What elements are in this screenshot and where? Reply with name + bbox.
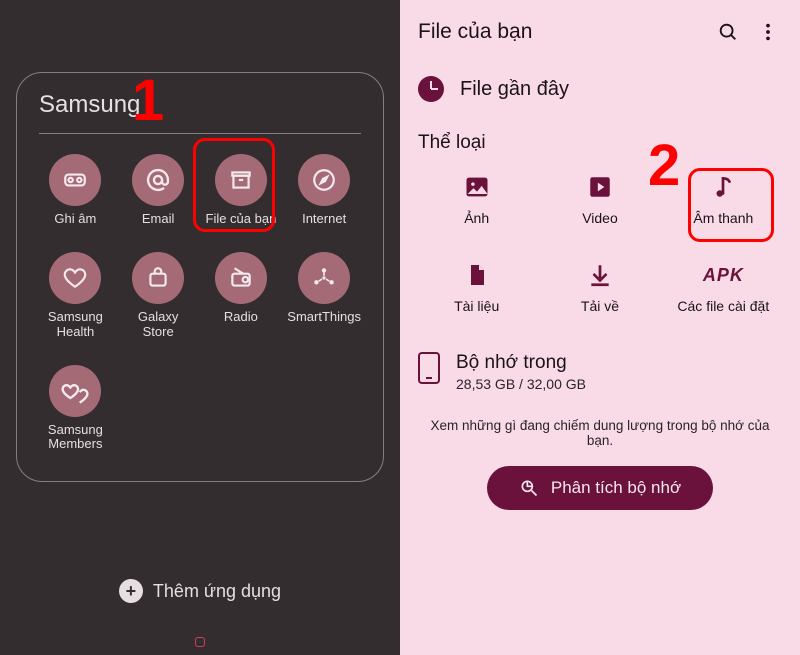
app-label: Radio: [224, 310, 258, 324]
compass-icon: [298, 154, 350, 206]
file-manager-panel: File của bạn File gần đây Thể loại Ảnh V…: [400, 0, 800, 655]
apk-text-icon: APK: [708, 260, 738, 290]
cat-label: Các file cài đặt: [677, 298, 769, 314]
cat-label: Tài liệu: [454, 298, 499, 314]
cat-anh[interactable]: Ảnh: [418, 168, 535, 230]
app-samsung-members[interactable]: Samsung Members: [39, 365, 112, 452]
app-label: Internet: [302, 212, 346, 226]
folder-title: Samsung: [39, 91, 361, 119]
image-icon: [462, 172, 492, 202]
app-ghi-am[interactable]: Ghi âm: [39, 154, 112, 226]
archive-icon: [215, 154, 267, 206]
search-button[interactable]: [714, 18, 742, 46]
search-icon: [717, 21, 739, 43]
app-galaxy-store[interactable]: Galaxy Store: [122, 252, 195, 339]
page-title: File của bạn: [418, 20, 702, 44]
recorder-icon: [49, 154, 101, 206]
phone-icon: [418, 352, 440, 384]
network-icon: [298, 252, 350, 304]
music-icon: [708, 172, 738, 202]
app-samsung-health[interactable]: Samsung Health: [39, 252, 112, 339]
app-label: Email: [142, 212, 175, 226]
more-button[interactable]: [754, 18, 782, 46]
storage-note: Xem những gì đang chiếm dung lượng trong…: [418, 418, 782, 448]
app-label: Galaxy Store: [122, 310, 195, 339]
cat-label: Tải về: [581, 298, 619, 314]
analyze-label: Phân tích bộ nhớ: [551, 478, 681, 498]
storage-text: Bộ nhớ trong 28,53 GB / 32,00 GB: [456, 352, 586, 392]
double-heart-icon: [49, 365, 101, 417]
cat-tai-ve[interactable]: Tải về: [541, 256, 658, 318]
app-drawer-panel: Samsung Ghi âm Email File của bạn: [0, 0, 400, 655]
app-smartthings[interactable]: SmartThings: [287, 252, 361, 339]
document-icon: [462, 260, 492, 290]
nav-indicator: [195, 637, 205, 647]
app-label: File của bạn: [206, 212, 277, 226]
cat-tai-lieu[interactable]: Tài liệu: [418, 256, 535, 318]
samsung-folder: Samsung Ghi âm Email File của bạn: [16, 72, 384, 482]
cat-label: Ảnh: [464, 210, 489, 226]
cat-am-thanh[interactable]: Âm thanh: [665, 168, 782, 230]
play-icon: [585, 172, 615, 202]
app-internet[interactable]: Internet: [287, 154, 361, 226]
categories-grid: Ảnh Video Âm thanh Tài liệu Tải về: [418, 168, 782, 318]
cat-label: Video: [582, 210, 618, 226]
header: File của bạn: [418, 12, 782, 52]
heart-icon: [49, 252, 101, 304]
storage-subtitle: 28,53 GB / 32,00 GB: [456, 376, 586, 392]
bag-icon: [132, 252, 184, 304]
analyze-storage-button[interactable]: Phân tích bộ nhớ: [487, 466, 713, 510]
add-apps-button[interactable]: + Thêm ứng dụng: [119, 579, 281, 603]
app-email[interactable]: Email: [122, 154, 195, 226]
internal-storage-row[interactable]: Bộ nhớ trong 28,53 GB / 32,00 GB: [418, 352, 782, 392]
add-apps-label: Thêm ứng dụng: [153, 581, 281, 602]
app-label: Ghi âm: [54, 212, 96, 226]
categories-title: Thể loại: [418, 132, 782, 154]
app-radio[interactable]: Radio: [205, 252, 278, 339]
cat-video[interactable]: Video: [541, 168, 658, 230]
app-file-cua-ban[interactable]: File của bạn: [205, 154, 278, 226]
recent-label: File gần đây: [460, 78, 569, 101]
cat-apk[interactable]: APK Các file cài đặt: [665, 256, 782, 318]
plus-icon: +: [119, 579, 143, 603]
divider: [39, 133, 361, 134]
radio-icon: [215, 252, 267, 304]
storage-title: Bộ nhớ trong: [456, 352, 586, 374]
analyze-icon: [519, 478, 539, 498]
recent-files-row[interactable]: File gần đây: [418, 76, 782, 102]
app-grid: Ghi âm Email File của bạn Internet: [39, 154, 361, 451]
download-icon: [585, 260, 615, 290]
clock-icon: [418, 76, 444, 102]
cat-label: Âm thanh: [693, 210, 753, 226]
more-vertical-icon: [757, 21, 779, 43]
app-label: Samsung Members: [39, 423, 112, 452]
app-label: Samsung Health: [39, 310, 112, 339]
app-label: SmartThings: [287, 310, 361, 324]
at-icon: [132, 154, 184, 206]
